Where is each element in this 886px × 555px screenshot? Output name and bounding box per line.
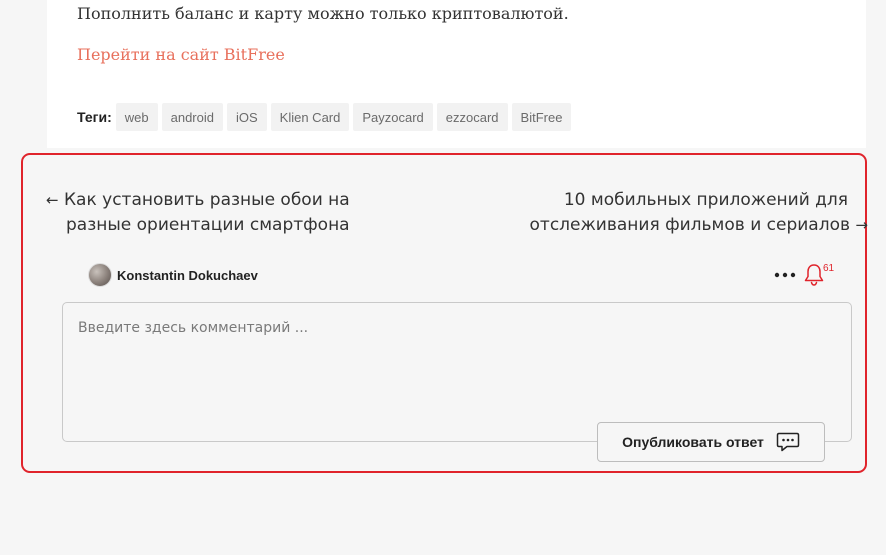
previous-post-link[interactable]: ← Как установить разные обои на разные о… [46, 188, 350, 238]
tag-web[interactable]: web [115, 103, 158, 131]
bitfree-site-link[interactable]: Перейти на сайт BitFree [77, 45, 285, 64]
more-dots-icon[interactable] [773, 265, 797, 285]
next-post-link[interactable]: 10 мобильных приложений для отслеживания… [530, 188, 868, 238]
notifications-button[interactable]: 61 [803, 262, 837, 288]
comment-box [62, 302, 852, 442]
tag-payzocard[interactable]: Payzocard [353, 103, 433, 131]
notification-count: 61 [823, 263, 835, 274]
previous-post-title-line1: Как установить разные обои на [63, 190, 350, 210]
arrow-right-icon: → [855, 216, 868, 234]
comment-author: Konstantin Dokuchaev [88, 262, 258, 288]
chat-bubble-icon [776, 432, 800, 452]
avatar [88, 263, 112, 287]
previous-post-title-line2: разные ориентации смартфона [66, 215, 350, 235]
tags-row: Теги: web android iOS Klien Card Payzoca… [77, 103, 575, 131]
tag-ios[interactable]: iOS [226, 103, 267, 131]
comment-input[interactable] [63, 303, 851, 441]
tags-label: Теги: [77, 109, 112, 125]
arrow-left-icon: ← [46, 191, 59, 209]
tag-android[interactable]: android [161, 103, 223, 131]
tag-bitfree[interactable]: BitFree [511, 103, 572, 131]
tag-klien-card[interactable]: Klien Card [270, 103, 350, 131]
bell-icon [804, 264, 824, 286]
next-post-title-line1: 10 мобильных приложений для [563, 190, 848, 210]
tags-list: web android iOS Klien Card Payzocard ezz… [115, 103, 576, 131]
publish-reply-button[interactable]: Опубликовать ответ [597, 422, 825, 462]
user-name: Konstantin Dokuchaev [117, 267, 258, 283]
tag-ezzocard[interactable]: ezzocard [436, 103, 508, 131]
article-paragraph: Пополнить баланс и карту можно только кр… [77, 4, 569, 23]
publish-reply-label: Опубликовать ответ [622, 434, 764, 450]
next-post-title-line2: отслеживания фильмов и сериалов [529, 215, 851, 235]
article-card: Пополнить баланс и карту можно только кр… [47, 0, 866, 148]
